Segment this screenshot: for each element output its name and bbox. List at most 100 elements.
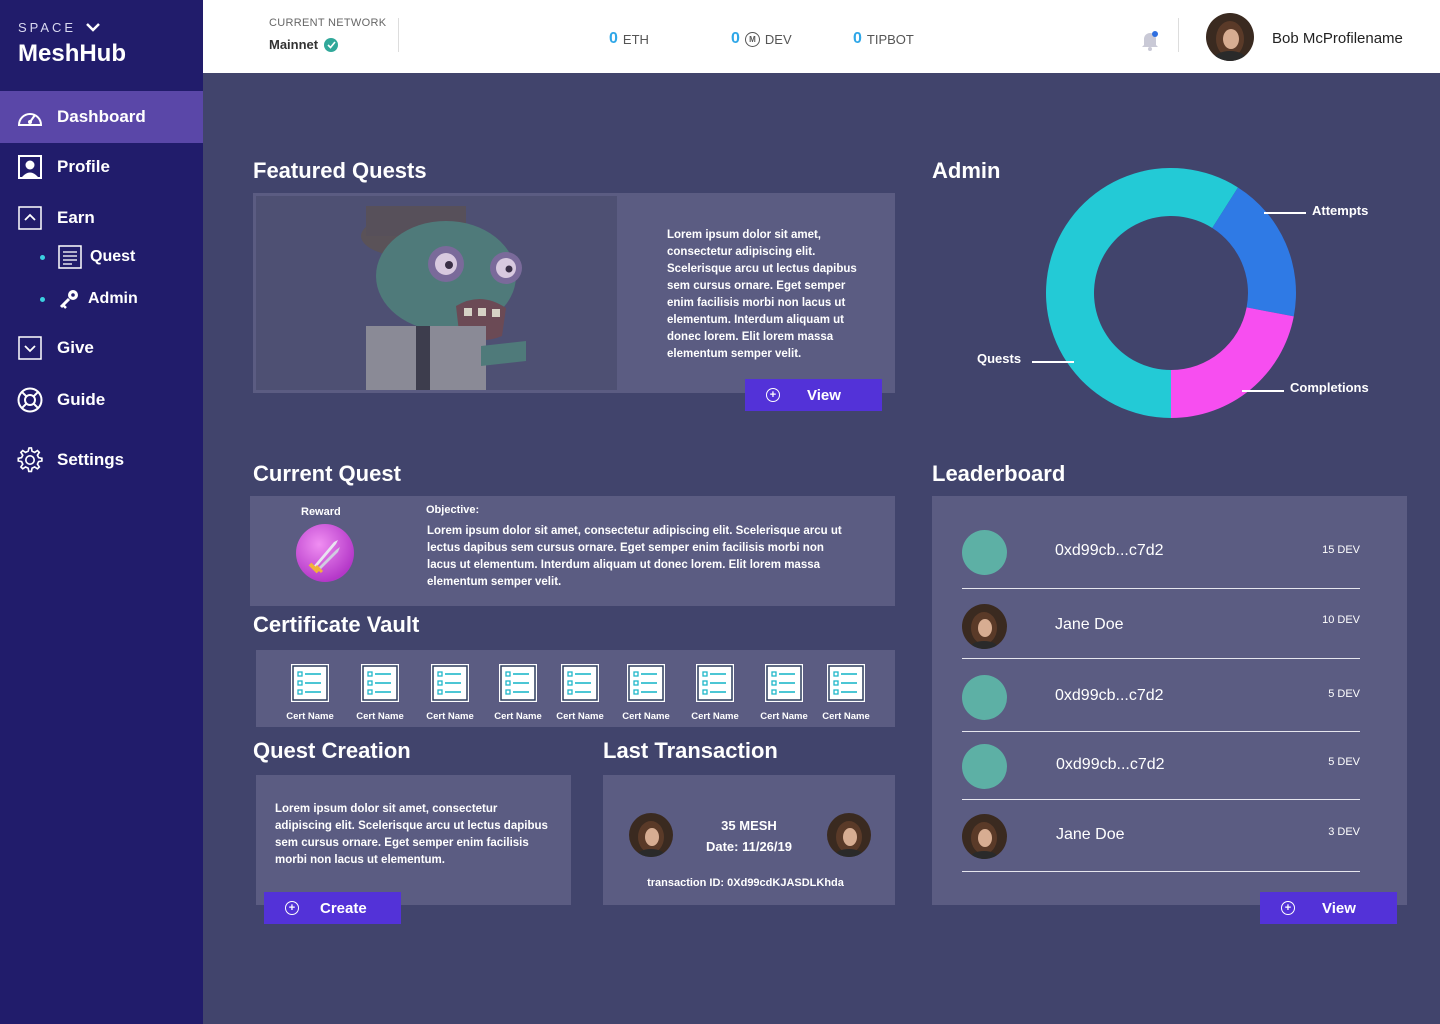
objective-label: Objective: — [426, 504, 480, 516]
current-quest-title: Current Quest — [253, 461, 401, 486]
balance-unit: TIPBOT — [866, 31, 914, 47]
admin-title: Admin — [932, 158, 1001, 183]
certificate-item[interactable]: Cert Name — [280, 663, 340, 722]
quest-creation-text: Lorem ipsum dolor sit amet, consectetur … — [275, 803, 548, 866]
attempts-label: Attempts — [1312, 203, 1369, 218]
completions-label: Completions — [1290, 380, 1369, 395]
certificate-name: Cert Name — [622, 711, 670, 722]
leaderboard-score: 5 DEV — [1328, 756, 1360, 768]
featured-view-button[interactable]: + View — [745, 379, 882, 411]
certificate-item[interactable]: Cert Name — [685, 663, 745, 722]
guide-icon — [17, 387, 43, 413]
certificate-icon — [498, 663, 538, 703]
certificate-name: Cert Name — [494, 711, 542, 722]
certificate-item[interactable]: Cert Name — [816, 663, 876, 722]
space-switcher[interactable]: SPACE — [18, 20, 100, 35]
nav-label: Guide — [57, 390, 106, 409]
transaction-id: transaction ID: 0Xd99cdKJASDLKhda — [647, 877, 844, 889]
nav-label: Give — [57, 338, 94, 357]
network-selector[interactable]: Mainnet — [269, 37, 339, 52]
avatar — [962, 744, 1007, 789]
leaderboard-name: 0xd99cb...c7d2 — [1055, 542, 1164, 559]
leaderboard-name: 0xd99cb...c7d2 — [1055, 687, 1164, 704]
certificate-item[interactable]: Cert Name — [550, 663, 610, 722]
nav-label: Quest — [90, 248, 136, 265]
bell-icon[interactable] — [1141, 31, 1159, 56]
key-icon — [58, 288, 80, 310]
nav-label: Earn — [57, 208, 95, 227]
certificate-icon — [560, 663, 600, 703]
nav-admin[interactable]: Admin — [40, 284, 138, 314]
certificate-item[interactable]: Cert Name — [350, 663, 410, 722]
nav-label: Admin — [88, 290, 138, 307]
gear-icon — [17, 447, 43, 473]
certificate-vault-title: Certificate Vault — [253, 612, 420, 637]
brand-name: MeshHub — [18, 40, 126, 67]
nav-label: Profile — [57, 157, 110, 176]
balance-unit: ETH — [622, 31, 649, 47]
network-label: CURRENT NETWORK — [269, 17, 387, 29]
featured-quest-description: Lorem ipsum dolor sit amet, consectetur … — [667, 229, 857, 360]
featured-quest-card: Lorem ipsum dolor sit amet, consectetur … — [253, 193, 895, 393]
certificate-item[interactable]: Cert Name — [420, 663, 480, 722]
avatar — [962, 530, 1007, 575]
avatar[interactable] — [1206, 13, 1254, 61]
admin-donut-chart — [1046, 168, 1296, 418]
quest-creation-card: Lorem ipsum dolor sit amet, consectetur … — [256, 775, 571, 905]
balance-dev: 0 M DEV — [731, 30, 792, 48]
certificate-icon — [695, 663, 735, 703]
certificate-icon — [430, 663, 470, 703]
certificate-name: Cert Name — [556, 711, 604, 722]
certificate-icon — [360, 663, 400, 703]
nav-label: Dashboard — [57, 107, 146, 126]
objective-text: Lorem ipsum dolor sit amet, consectetur … — [427, 525, 842, 588]
certificate-icon — [290, 663, 330, 703]
leaderboard-score: 10 DEV — [1322, 614, 1360, 626]
nav-guide[interactable]: Guide — [0, 374, 203, 426]
certificate-item[interactable]: Cert Name — [754, 663, 814, 722]
leaderboard-row[interactable]: Jane Doe 3 DEV — [962, 800, 1360, 872]
completions-leader-line — [1242, 390, 1284, 392]
featured-quests-title: Featured Quests — [253, 158, 427, 183]
balance-unit: DEV — [764, 31, 792, 47]
sidebar: SPACE MeshHub Dashboard Profile Earn Que… — [0, 0, 203, 1024]
nav-settings[interactable]: Settings — [0, 434, 203, 486]
leaderboard-name: Jane Doe — [1056, 826, 1125, 843]
current-quest-card: Reward Objective: Lorem ipsum dolor sit … — [250, 496, 895, 606]
certificate-item[interactable]: Cert Name — [616, 663, 676, 722]
divider — [1178, 18, 1179, 52]
certificate-icon — [764, 663, 804, 703]
nav-give[interactable]: Give — [0, 322, 203, 374]
sword-badge-icon — [296, 524, 354, 587]
plus-circle-icon: + — [766, 388, 780, 402]
dashboard-icon — [17, 104, 43, 130]
chevron-up-icon — [17, 205, 43, 231]
bullet — [40, 254, 45, 260]
divider — [398, 18, 399, 52]
plus-circle-icon: + — [285, 901, 299, 915]
leaderboard-score: 15 DEV — [1322, 544, 1360, 556]
plus-circle-icon: + — [1281, 901, 1295, 915]
nav-dashboard[interactable]: Dashboard — [0, 91, 203, 143]
leaderboard-row[interactable]: 0xd99cb...c7d2 5 DEV — [962, 731, 1360, 800]
nav-profile[interactable]: Profile — [0, 141, 203, 193]
nav-quest[interactable]: Quest — [40, 242, 135, 272]
leaderboard-row[interactable]: 0xd99cb...c7d2 5 DEV — [962, 661, 1360, 732]
certificate-name: Cert Name — [426, 711, 474, 722]
leaderboard-score: 5 DEV — [1328, 688, 1360, 700]
certificate-name: Cert Name — [822, 711, 870, 722]
nav-earn[interactable]: Earn — [0, 192, 203, 244]
network-value: Mainnet — [269, 37, 319, 52]
leaderboard-row[interactable]: Jane Doe 10 DEV — [962, 592, 1360, 659]
donut-slice-completions — [1171, 307, 1294, 418]
leaderboard-row[interactable]: 0xd99cb...c7d2 15 DEV — [962, 514, 1360, 589]
top-header: CURRENT NETWORK Mainnet 0 ETH 0 M DEV 0 … — [203, 0, 1440, 73]
create-quest-button[interactable]: + Create — [264, 892, 401, 924]
leaderboard-score: 3 DEV — [1328, 826, 1360, 838]
last-transaction-title: Last Transaction — [603, 738, 778, 763]
certificate-item[interactable]: Cert Name — [488, 663, 548, 722]
space-label: SPACE — [18, 20, 77, 35]
leaderboard-view-button[interactable]: + View — [1260, 892, 1397, 924]
user-name[interactable]: Bob McProfilename — [1272, 30, 1403, 47]
check-icon — [324, 37, 339, 52]
